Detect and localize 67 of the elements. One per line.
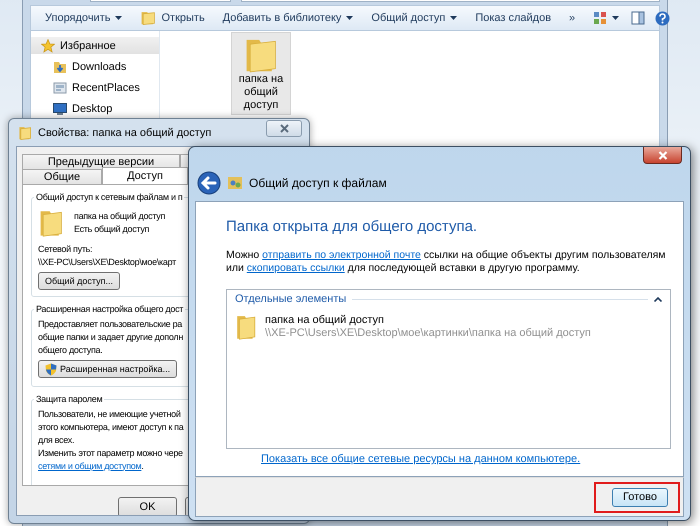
- shield-icon: [45, 362, 57, 376]
- message-text: Можно отправить по электронной почте ссылки на общие объекты другим пользователям или скопировать ссылки для последующей вставки в другую программу.: [226, 249, 667, 275]
- group-title: Общий доступ к сетевым файлам и п: [35, 191, 184, 204]
- folder-name: папка на общий доступ: [74, 210, 166, 223]
- share-button[interactable]: Общий доступ...: [38, 272, 120, 290]
- description-text: Предоставляет пользовательские ра: [38, 318, 182, 331]
- window-icon: [53, 80, 67, 94]
- toolbar-button[interactable]: »: [567, 10, 578, 26]
- sidebar-item[interactable]: Избранное: [31, 37, 159, 54]
- show-all-link[interactable]: Показать все общие сетевые ресурсы на данном компьютере.: [261, 453, 580, 465]
- close-icon: [658, 150, 668, 160]
- item-path: \\XE-PC\Users\XE\Desktop\мое\картинки\папка на общий доступ: [265, 327, 591, 340]
- pane-icon[interactable]: [631, 11, 646, 25]
- advanced-sharing-button[interactable]: Расширенная настройка...: [38, 360, 178, 378]
- toolbar-button[interactable]: Показ слайдов: [473, 10, 554, 26]
- path-label: Сетевой путь:: [38, 243, 92, 256]
- description-text: Изменить этот параметр можно чере: [38, 446, 183, 460]
- caret-icon: [346, 16, 354, 20]
- share-status: Есть общий доступ: [74, 223, 150, 236]
- window-title: Общий доступ к файлам: [249, 176, 387, 190]
- caret-icon: [612, 16, 620, 20]
- sidebar-item[interactable]: Desktop: [31, 100, 159, 117]
- star-icon: [41, 38, 55, 52]
- sidebar-item[interactable]: RecentPlaces: [31, 79, 159, 96]
- ok-button[interactable]: OK: [118, 497, 177, 515]
- toolbar-button[interactable]: Упорядочить: [43, 10, 124, 26]
- period-text: .: [141, 460, 144, 470]
- link[interactable]: скопировать ссылки: [246, 262, 345, 274]
- toolbar-button[interactable]: Общий доступ: [369, 10, 460, 26]
- folder-icon: [140, 11, 156, 25]
- description-text: общего доступа.: [38, 344, 102, 357]
- description-text: этого компьютера, имеют доступ к па: [38, 420, 184, 434]
- description-text: общие папки и задает другие дополн: [38, 331, 183, 344]
- sharing-icon: [227, 175, 243, 191]
- monitor-icon: [53, 102, 67, 116]
- group-title: Отдельные элементы: [235, 293, 346, 305]
- group-title: Расширенная настройка общего дост: [35, 303, 184, 316]
- description-text: для всех.: [38, 434, 74, 446]
- close-button[interactable]: [266, 120, 302, 137]
- close-button[interactable]: [643, 147, 682, 164]
- window-title: Свойства: папка на общий доступ: [38, 126, 212, 138]
- tab[interactable]: Доступ: [102, 167, 188, 184]
- sidebar-item[interactable]: Downloads: [31, 58, 159, 75]
- view-button[interactable]: [591, 9, 622, 27]
- tab[interactable]: Общие: [22, 169, 102, 184]
- link[interactable]: отправить по электронной почте: [262, 249, 421, 261]
- folder-icon: [235, 314, 257, 340]
- caret-icon: [115, 16, 122, 20]
- heading: Папка открыта для общего доступа.: [226, 218, 478, 235]
- help-icon[interactable]: [655, 10, 670, 26]
- download-folder-icon: [53, 60, 67, 74]
- close-icon: [280, 124, 288, 133]
- done-button[interactable]: Готово: [612, 488, 668, 506]
- collapse-icon[interactable]: [654, 296, 662, 302]
- toolbar-button[interactable]: Добавить в библиотеку: [220, 10, 356, 26]
- group-title: Защита паролем: [35, 392, 104, 406]
- tab[interactable]: Предыдущие версии: [22, 154, 180, 169]
- file-item[interactable]: папка на общий доступ: [231, 32, 291, 115]
- network-center-link[interactable]: сетями и общим доступом: [38, 460, 142, 470]
- caret-icon: [450, 16, 458, 20]
- description-text: Пользователи, не имеющие учетной: [38, 408, 181, 420]
- toolbar-button[interactable]: Открыть: [138, 9, 207, 27]
- folder-icon: [18, 126, 32, 140]
- grid-icon: [593, 11, 608, 25]
- folder-icon: [38, 209, 64, 237]
- item-name: папка на общий доступ: [265, 314, 385, 327]
- network-path: \\XE-PC\Users\XE\Desktop\мое\карт: [38, 256, 176, 269]
